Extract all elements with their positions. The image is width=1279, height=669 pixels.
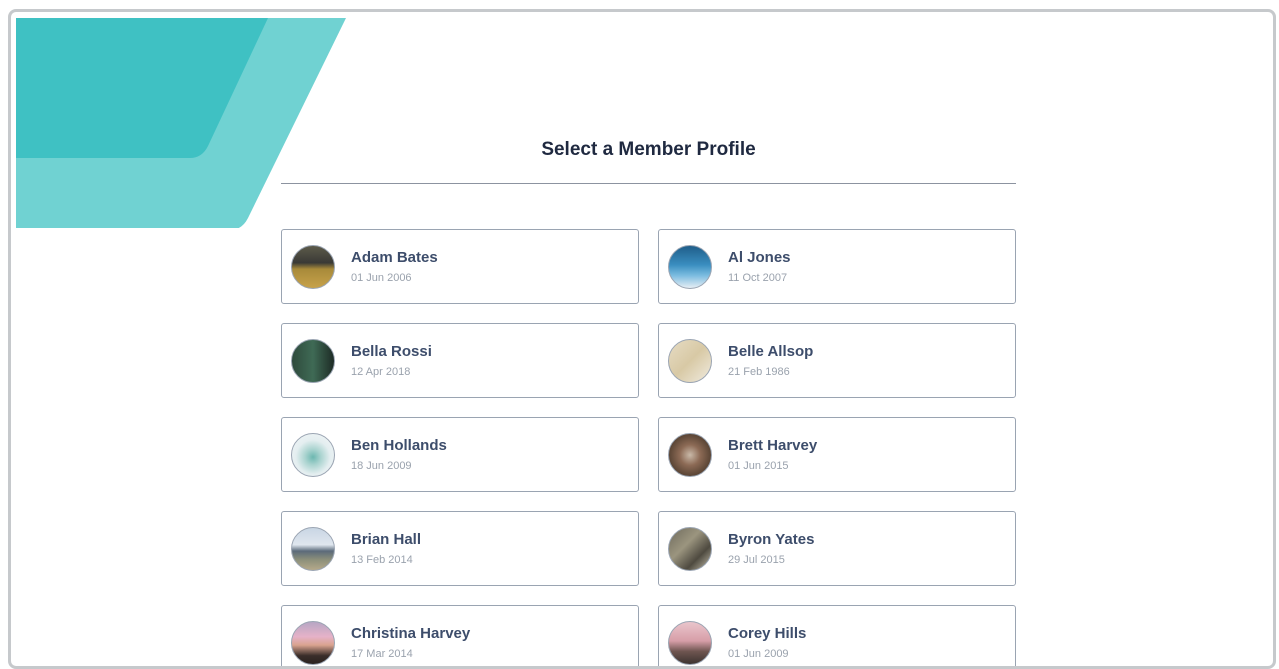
member-name: Adam Bates xyxy=(351,249,438,266)
page-title: Select a Member Profile xyxy=(541,139,756,160)
avatar xyxy=(668,620,712,665)
avatar xyxy=(291,432,335,477)
app-window: Select a Member Profile Adam Bates 01 Ju… xyxy=(8,9,1276,669)
title-divider xyxy=(281,183,1016,184)
member-card[interactable]: Brett Harvey 01 Jun 2015 xyxy=(658,417,1016,492)
member-name: Brian Hall xyxy=(351,531,422,548)
member-name: Brett Harvey xyxy=(728,437,818,454)
avatar xyxy=(291,338,335,383)
member-card[interactable]: Bella Rossi 12 Apr 2018 xyxy=(281,323,639,398)
member-dob: 11 Oct 2007 xyxy=(728,272,788,284)
member-card[interactable]: Al Jones 11 Oct 2007 xyxy=(658,229,1016,304)
member-dob: 17 Mar 2014 xyxy=(351,648,413,660)
member-dob: 01 Jun 2015 xyxy=(728,460,789,472)
member-dob: 29 Jul 2015 xyxy=(728,554,785,566)
avatar xyxy=(668,432,712,477)
member-name: Ben Hollands xyxy=(351,437,447,454)
member-dob: 18 Jun 2009 xyxy=(351,460,412,472)
member-card[interactable]: Corey Hills 01 Jun 2009 xyxy=(658,605,1016,666)
header-decoration xyxy=(16,18,346,228)
member-name: Al Jones xyxy=(728,249,791,266)
member-list: Adam Bates 01 Jun 2006 Al Jones 11 Oct 2… xyxy=(281,229,1021,666)
member-card[interactable]: Brian Hall 13 Feb 2014 xyxy=(281,511,639,586)
member-name: Byron Yates xyxy=(728,531,815,548)
member-name: Christina Harvey xyxy=(351,625,471,642)
member-dob: 01 Jun 2009 xyxy=(728,648,789,660)
avatar xyxy=(668,244,712,289)
member-card[interactable]: Christina Harvey 17 Mar 2014 xyxy=(281,605,639,666)
member-card[interactable]: Ben Hollands 18 Jun 2009 xyxy=(281,417,639,492)
avatar xyxy=(668,338,712,383)
member-dob: 21 Feb 1986 xyxy=(728,366,790,378)
member-dob: 01 Jun 2006 xyxy=(351,272,412,284)
member-name: Bella Rossi xyxy=(351,343,432,360)
member-card[interactable]: Belle Allsop 21 Feb 1986 xyxy=(658,323,1016,398)
avatar xyxy=(291,620,335,665)
member-card[interactable]: Adam Bates 01 Jun 2006 xyxy=(281,229,639,304)
member-name: Corey Hills xyxy=(728,625,807,642)
member-name: Belle Allsop xyxy=(728,343,814,360)
member-card[interactable]: Byron Yates 29 Jul 2015 xyxy=(658,511,1016,586)
avatar xyxy=(668,526,712,571)
avatar xyxy=(291,526,335,571)
avatar xyxy=(291,244,335,289)
member-dob: 12 Apr 2018 xyxy=(351,366,411,378)
member-dob: 13 Feb 2014 xyxy=(351,554,413,566)
